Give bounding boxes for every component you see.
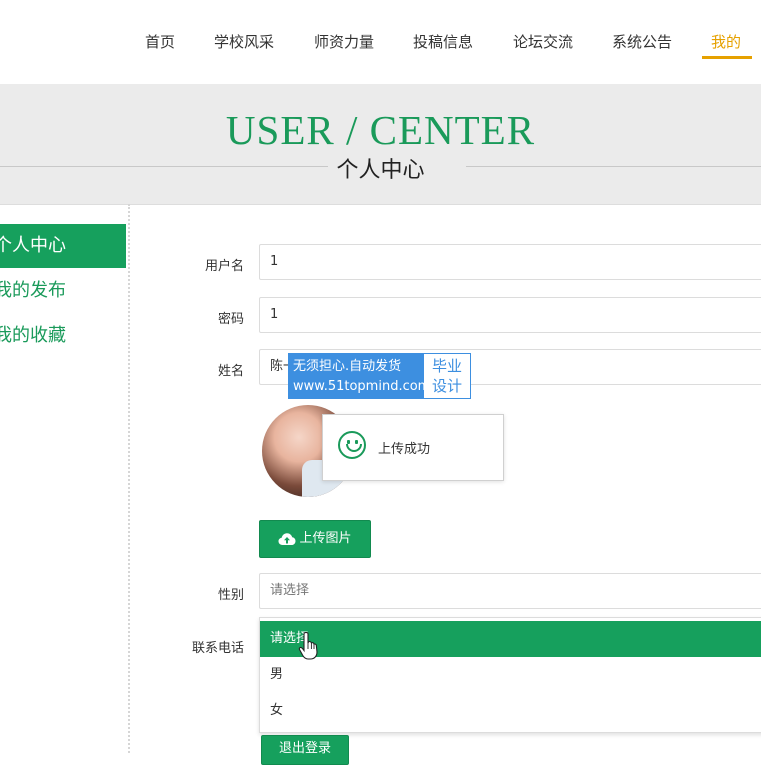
top-nav: 首页 学校风采 师资力量 投稿信息 论坛交流 系统公告 我的 bbox=[0, 0, 761, 84]
toast-message: 上传成功 bbox=[378, 442, 431, 457]
upload-image-button[interactable]: 上传图片 bbox=[259, 520, 371, 558]
sidebar-item-my-favorites[interactable]: 我的收藏 bbox=[0, 314, 126, 358]
watermark-text: 无须担心.自动发货 www.51topmind.com bbox=[293, 357, 430, 397]
watermark-badge: 无须担心.自动发货 www.51topmind.com 毕业 设计 bbox=[288, 353, 471, 399]
cloud-upload-icon bbox=[278, 532, 296, 545]
phone-label: 联系电话 bbox=[191, 641, 244, 656]
gender-option-male[interactable]: 男 bbox=[260, 657, 761, 693]
gender-label: 性别 bbox=[217, 588, 244, 603]
password-input[interactable]: 1 bbox=[259, 297, 761, 333]
banner-subtitle-text: 个人中心 bbox=[328, 158, 433, 183]
password-label: 密码 bbox=[217, 312, 244, 327]
hand-pointer-icon bbox=[298, 632, 318, 660]
nav-item-mine[interactable]: 我的 bbox=[711, 31, 741, 52]
upload-success-toast: 上传成功 bbox=[322, 414, 504, 481]
nav-item-home[interactable]: 首页 bbox=[145, 31, 175, 52]
logout-button[interactable]: 退出登录 bbox=[261, 735, 349, 765]
gender-option-placeholder[interactable]: 请选择 bbox=[260, 621, 761, 657]
banner-title: USER / CENTER bbox=[225, 107, 536, 153]
watermark-line2: www.51topmind.com bbox=[293, 379, 431, 394]
watermark-tag: 毕业 设计 bbox=[424, 354, 470, 398]
gender-select[interactable]: 请选择 bbox=[259, 573, 761, 609]
nav-item-teachers[interactable]: 师资力量 bbox=[314, 31, 374, 52]
nav-item-submissions[interactable]: 投稿信息 bbox=[413, 31, 473, 52]
watermark-tag-line1: 毕业 bbox=[431, 357, 462, 375]
page-banner: USER / CENTER 个人中心 bbox=[0, 84, 761, 205]
smile-icon bbox=[338, 431, 366, 459]
watermark-tag-line2: 设计 bbox=[431, 377, 462, 395]
watermark-line1: 无须担心.自动发货 bbox=[293, 359, 402, 374]
sidebar-divider bbox=[128, 204, 130, 753]
gender-dropdown: 请选择 男 女 bbox=[259, 617, 761, 733]
gender-option-female[interactable]: 女 bbox=[260, 693, 761, 729]
name-label: 姓名 bbox=[217, 364, 244, 379]
sidebar-item-profile[interactable]: 个人中心 bbox=[0, 224, 126, 268]
username-label: 用户名 bbox=[204, 259, 244, 274]
banner-subtitle: 个人中心 bbox=[0, 152, 761, 184]
nav-item-forum[interactable]: 论坛交流 bbox=[513, 31, 573, 52]
nav-item-school[interactable]: 学校风采 bbox=[214, 31, 274, 52]
nav-active-underline bbox=[702, 56, 752, 59]
username-input[interactable]: 1 bbox=[259, 244, 761, 280]
sidebar-item-my-posts[interactable]: 我的发布 bbox=[0, 269, 126, 313]
nav-item-notices[interactable]: 系统公告 bbox=[612, 31, 672, 52]
upload-button-label: 上传图片 bbox=[299, 531, 352, 546]
